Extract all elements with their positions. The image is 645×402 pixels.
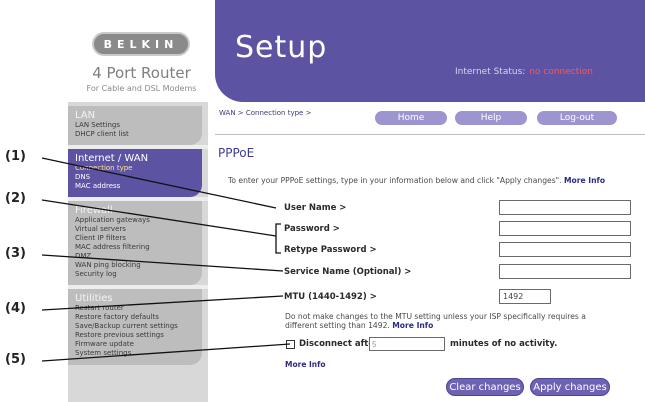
service-name-input[interactable] bbox=[499, 264, 631, 279]
mtu-note: Do not make changes to the MTU setting u… bbox=[285, 312, 615, 330]
sidebar-section-lan: LAN LAN Settings DHCP client list bbox=[68, 106, 202, 145]
router-admin-window: BELKIN 4 Port Router For Cable and DSL M… bbox=[68, 0, 645, 402]
product-title: 4 Port Router bbox=[92, 64, 191, 82]
sidebar-item-dmz[interactable]: DMZ bbox=[75, 252, 202, 261]
disconnect-label: Disconnect after bbox=[299, 339, 379, 349]
sidebar-section-internet-wan: Internet / WAN Connection type DNS MAC a… bbox=[68, 149, 202, 197]
sidebar-section-firewall: Firewall Application gateways Virtual se… bbox=[68, 201, 202, 285]
sidebar-item-firmware-update[interactable]: Firmware update bbox=[75, 340, 202, 349]
clear-changes-button[interactable]: Clear changes bbox=[446, 378, 524, 396]
callout-1: (1) bbox=[5, 149, 26, 164]
user-name-input[interactable] bbox=[499, 200, 631, 215]
sidebar-item-security-log[interactable]: Security log bbox=[75, 270, 202, 279]
sidebar-section-title[interactable]: Firewall bbox=[75, 205, 202, 216]
callout-5: (5) bbox=[5, 352, 26, 367]
intro-more-info-link[interactable]: More Info bbox=[564, 176, 605, 185]
nav-divider bbox=[215, 134, 645, 135]
more-info-link[interactable]: More Info bbox=[285, 360, 326, 369]
main-content: WAN > Connection type > Home Help Log-ou… bbox=[215, 102, 645, 402]
sidebar-item-application-gateways[interactable]: Application gateways bbox=[75, 216, 202, 225]
header-banner: Setup Internet Status: no connection bbox=[215, 0, 645, 102]
user-name-label: User Name > bbox=[284, 203, 347, 213]
sidebar-item-virtual-servers[interactable]: Virtual servers bbox=[75, 225, 202, 234]
home-button[interactable]: Home bbox=[375, 111, 447, 125]
disconnect-checkbox[interactable] bbox=[286, 340, 295, 349]
help-button[interactable]: Help bbox=[455, 111, 527, 125]
mtu-note-text: Do not make changes to the MTU setting u… bbox=[285, 312, 586, 330]
sidebar-item-restore-factory-defaults[interactable]: Restore factory defaults bbox=[75, 313, 202, 322]
callout-4: (4) bbox=[5, 301, 26, 316]
disconnect-minutes-input[interactable] bbox=[369, 337, 445, 351]
sidebar-item-dns[interactable]: DNS bbox=[75, 173, 202, 182]
logout-button[interactable]: Log-out bbox=[537, 111, 617, 125]
sidebar-item-dhcp-client-list[interactable]: DHCP client list bbox=[75, 130, 202, 139]
sidebar-item-mac-address[interactable]: MAC address bbox=[75, 182, 202, 191]
intro-text: To enter your PPPoE settings, type in yo… bbox=[228, 176, 643, 185]
callout-2: (2) bbox=[5, 191, 26, 206]
sidebar: LAN LAN Settings DHCP client list Intern… bbox=[68, 102, 208, 402]
page-title: Setup bbox=[235, 30, 328, 65]
disconnect-suffix: minutes of no activity. bbox=[450, 339, 558, 349]
retype-password-label: Retype Password > bbox=[284, 245, 377, 255]
sidebar-section-title[interactable]: LAN bbox=[75, 110, 202, 121]
logo-panel: BELKIN 4 Port Router For Cable and DSL M… bbox=[68, 0, 215, 102]
sidebar-item-lan-settings[interactable]: LAN Settings bbox=[75, 121, 202, 130]
belkin-logo: BELKIN bbox=[92, 32, 190, 56]
apply-changes-button[interactable]: Apply changes bbox=[530, 378, 610, 396]
section-heading: PPPoE bbox=[218, 146, 255, 160]
breadcrumb: WAN > Connection type > bbox=[219, 109, 312, 117]
service-name-label: Service Name (Optional) > bbox=[284, 267, 412, 277]
sidebar-item-restore-previous-settings[interactable]: Restore previous settings bbox=[75, 331, 202, 340]
sidebar-section-title[interactable]: Internet / WAN bbox=[75, 153, 202, 164]
internet-status-label: Internet Status: bbox=[455, 67, 526, 77]
internet-status-value: no connection bbox=[529, 67, 593, 77]
sidebar-item-system-settings[interactable]: System settings bbox=[75, 349, 202, 358]
callout-3: (3) bbox=[5, 246, 26, 261]
mtu-more-info-link[interactable]: More Info bbox=[392, 321, 433, 330]
sidebar-item-restart-router[interactable]: Restart router bbox=[75, 304, 202, 313]
sidebar-item-wan-ping-blocking[interactable]: WAN ping blocking bbox=[75, 261, 202, 270]
password-label: Password > bbox=[284, 224, 340, 234]
sidebar-item-client-ip-filters[interactable]: Client IP filters bbox=[75, 234, 202, 243]
password-input[interactable] bbox=[499, 221, 631, 236]
intro-text-body: To enter your PPPoE settings, type in yo… bbox=[228, 176, 562, 185]
mtu-input[interactable] bbox=[499, 289, 551, 304]
sidebar-item-connection-type[interactable]: Connection type bbox=[75, 164, 202, 173]
sidebar-section-utilities: Utilities Restart router Restore factory… bbox=[68, 289, 202, 365]
sidebar-section-title[interactable]: Utilities bbox=[75, 293, 202, 304]
sidebar-item-mac-address-filtering[interactable]: MAC address filtering bbox=[75, 243, 202, 252]
internet-status: Internet Status: no connection bbox=[455, 67, 593, 77]
sidebar-item-save-backup-settings[interactable]: Save/Backup current settings bbox=[75, 322, 202, 331]
retype-password-input[interactable] bbox=[499, 242, 631, 257]
product-subtitle: For Cable and DSL Modems bbox=[86, 84, 197, 93]
mtu-label: MTU (1440-1492) > bbox=[284, 292, 377, 302]
